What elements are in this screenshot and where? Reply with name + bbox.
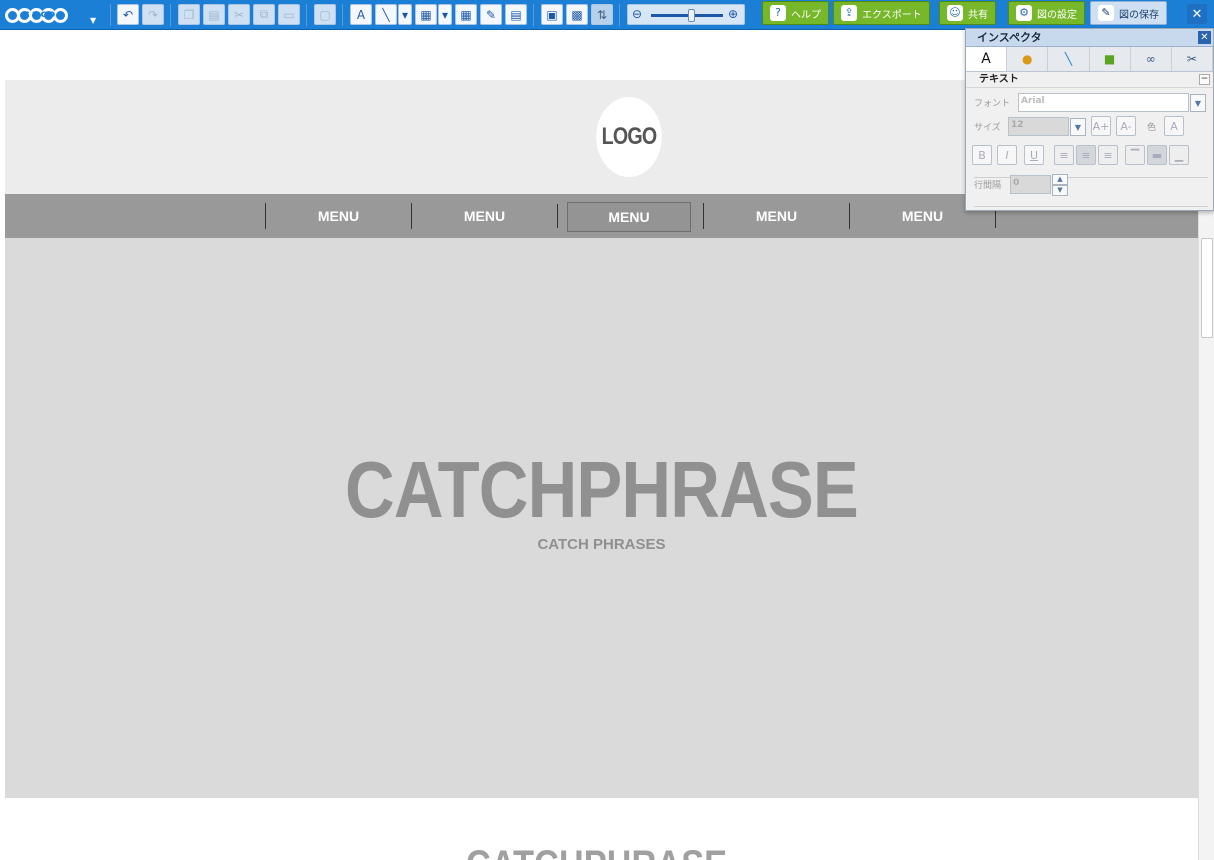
share-button[interactable]: ☺ 共有 xyxy=(939,1,996,25)
align-right-icon[interactable]: ≡ xyxy=(1098,145,1118,165)
delete-icon[interactable]: ▭ xyxy=(278,4,300,25)
bold-button[interactable]: B xyxy=(972,145,992,165)
redo-icon[interactable]: ↷ xyxy=(142,4,164,25)
tab-line-icon[interactable]: ╲ xyxy=(1048,47,1090,71)
inspector-title-bar[interactable]: インスペクタ ✕ xyxy=(966,29,1213,47)
line-spacing-down-icon[interactable]: ▼ xyxy=(1052,185,1068,196)
wireframe-hero-area[interactable]: CATCHPHRASE CATCH PHRASES xyxy=(5,238,1198,798)
zoom-control: ⊖ ⊕ xyxy=(627,4,745,25)
help-icon: ? xyxy=(770,5,786,21)
tab-fill-icon[interactable]: ■ xyxy=(1089,47,1131,71)
settings-gear-icon: ⚙ xyxy=(1016,5,1032,21)
nav-menu-item[interactable]: MENU xyxy=(703,203,849,229)
line-dropdown-chevron-icon[interactable]: ▾ xyxy=(398,4,412,25)
size-dropdown-chevron-icon[interactable]: ▼ xyxy=(1070,118,1086,136)
text-icon[interactable]: A xyxy=(350,4,372,25)
font-label: フォント xyxy=(974,99,1011,109)
zoom-slider-handle[interactable] xyxy=(688,9,695,22)
size-label: サイズ xyxy=(974,123,1001,133)
stencil-icon[interactable]: ▣ xyxy=(541,4,563,25)
align-center-icon[interactable]: ≡ xyxy=(1076,145,1096,165)
duplicate-icon[interactable]: ⧉ xyxy=(253,4,275,25)
zoom-slider-track[interactable] xyxy=(651,14,723,17)
align-left-icon[interactable]: ≡ xyxy=(1054,145,1074,165)
align-icon[interactable]: ⇅ xyxy=(591,4,613,25)
decrease-font-size-icon[interactable]: A- xyxy=(1116,116,1136,136)
save-diagram-button[interactable]: ✎ 図の保存 xyxy=(1090,1,1167,25)
valign-middle-icon[interactable]: ▬ xyxy=(1147,145,1167,165)
font-size-input[interactable]: 12 xyxy=(1008,117,1069,136)
italic-button[interactable]: I xyxy=(997,145,1017,165)
close-editor-button[interactable]: ✕ xyxy=(1187,4,1207,24)
tab-link-icon[interactable]: ∞ xyxy=(1130,47,1172,71)
nav-menu-item-selected[interactable]: MENU xyxy=(567,202,691,232)
valign-top-icon[interactable]: ▔ xyxy=(1125,145,1145,165)
inspector-tabs: A ● ╲ ■ ∞ ✂ xyxy=(966,47,1214,72)
help-button[interactable]: ? ヘルプ xyxy=(762,1,829,25)
scrollbar-thumb[interactable] xyxy=(1201,238,1213,338)
collapse-icon[interactable]: − xyxy=(1199,74,1210,85)
paste-icon[interactable]: ▤ xyxy=(203,4,225,25)
shape-dropdown-chevron-icon[interactable]: ▾ xyxy=(438,4,452,25)
pen-icon[interactable]: ✎ xyxy=(480,4,502,25)
font-color-icon[interactable]: A xyxy=(1164,116,1184,136)
diagram-settings-button[interactable]: ⚙ 図の設定 xyxy=(1008,1,1085,25)
color-label: 色 xyxy=(1147,123,1157,133)
save-icon: ✎ xyxy=(1098,5,1114,21)
nav-menu-item[interactable]: MENU xyxy=(265,203,411,229)
tab-tools-icon[interactable]: ✂ xyxy=(1171,47,1214,71)
cacoo-logo[interactable]: cacoo xyxy=(5,5,68,25)
cut-icon[interactable]: ✂ xyxy=(228,4,250,25)
undo-icon[interactable]: ↶ xyxy=(117,4,139,25)
logo-menu-chevron-icon[interactable]: ▼ xyxy=(90,16,96,25)
tab-style-icon[interactable]: ● xyxy=(1007,47,1049,71)
increase-font-size-icon[interactable]: A+ xyxy=(1091,116,1111,136)
wireframe-logo[interactable]: LOGO xyxy=(596,97,662,177)
nav-menu-item[interactable]: MENU xyxy=(411,203,557,229)
valign-bottom-icon[interactable]: ▁ xyxy=(1169,145,1189,165)
group-icon[interactable]: ▢ xyxy=(314,4,336,25)
zoom-out-icon[interactable]: ⊖ xyxy=(632,7,642,21)
shape-icon[interactable]: ▦ xyxy=(415,4,437,25)
tab-text[interactable]: A xyxy=(966,47,1008,71)
inspector-title: インスペクタ xyxy=(977,31,1042,44)
line-spacing-input[interactable]: 0 xyxy=(1010,175,1051,194)
font-dropdown-chevron-icon[interactable]: ▼ xyxy=(1190,94,1206,112)
hero-catchphrase-sub[interactable]: CATCH PHRASES xyxy=(5,536,1198,553)
hero-catchphrase[interactable]: CATCHPHRASE xyxy=(89,444,1115,536)
zoom-in-icon[interactable]: ⊕ xyxy=(728,7,738,21)
note-icon[interactable]: ▤ xyxy=(505,4,527,25)
copy-icon[interactable]: ❐ xyxy=(178,4,200,25)
main-toolbar: cacoo ▼ ↶ ↷ ❐ ▤ ✂ ⧉ ▭ ▢ A ╲ ▾ ▦ ▾ ▦ ✎ ▤ … xyxy=(0,0,1214,30)
export-button[interactable]: ⇪ エクスポート xyxy=(833,1,930,25)
table-icon[interactable]: ▦ xyxy=(455,4,477,25)
line-icon[interactable]: ╲ xyxy=(375,4,397,25)
line-spacing-label: 行間隔 xyxy=(974,181,1002,191)
export-icon: ⇪ xyxy=(841,5,857,21)
inspector-close-icon[interactable]: ✕ xyxy=(1198,31,1211,44)
inspector-panel: インスペクタ ✕ A ● ╲ ■ ∞ ✂ テキスト − フォント Arial ▼… xyxy=(965,28,1214,211)
font-family-input[interactable]: Arial xyxy=(1018,93,1189,112)
share-users-icon: ☺ xyxy=(947,5,963,21)
lower-catchphrase[interactable]: CATCHPHRASE xyxy=(84,843,1110,860)
underline-button[interactable]: U xyxy=(1024,145,1044,165)
line-spacing-up-icon[interactable]: ▲ xyxy=(1052,174,1068,185)
text-section-header[interactable]: テキスト − xyxy=(966,72,1213,88)
image-icon[interactable]: ▩ xyxy=(566,4,588,25)
